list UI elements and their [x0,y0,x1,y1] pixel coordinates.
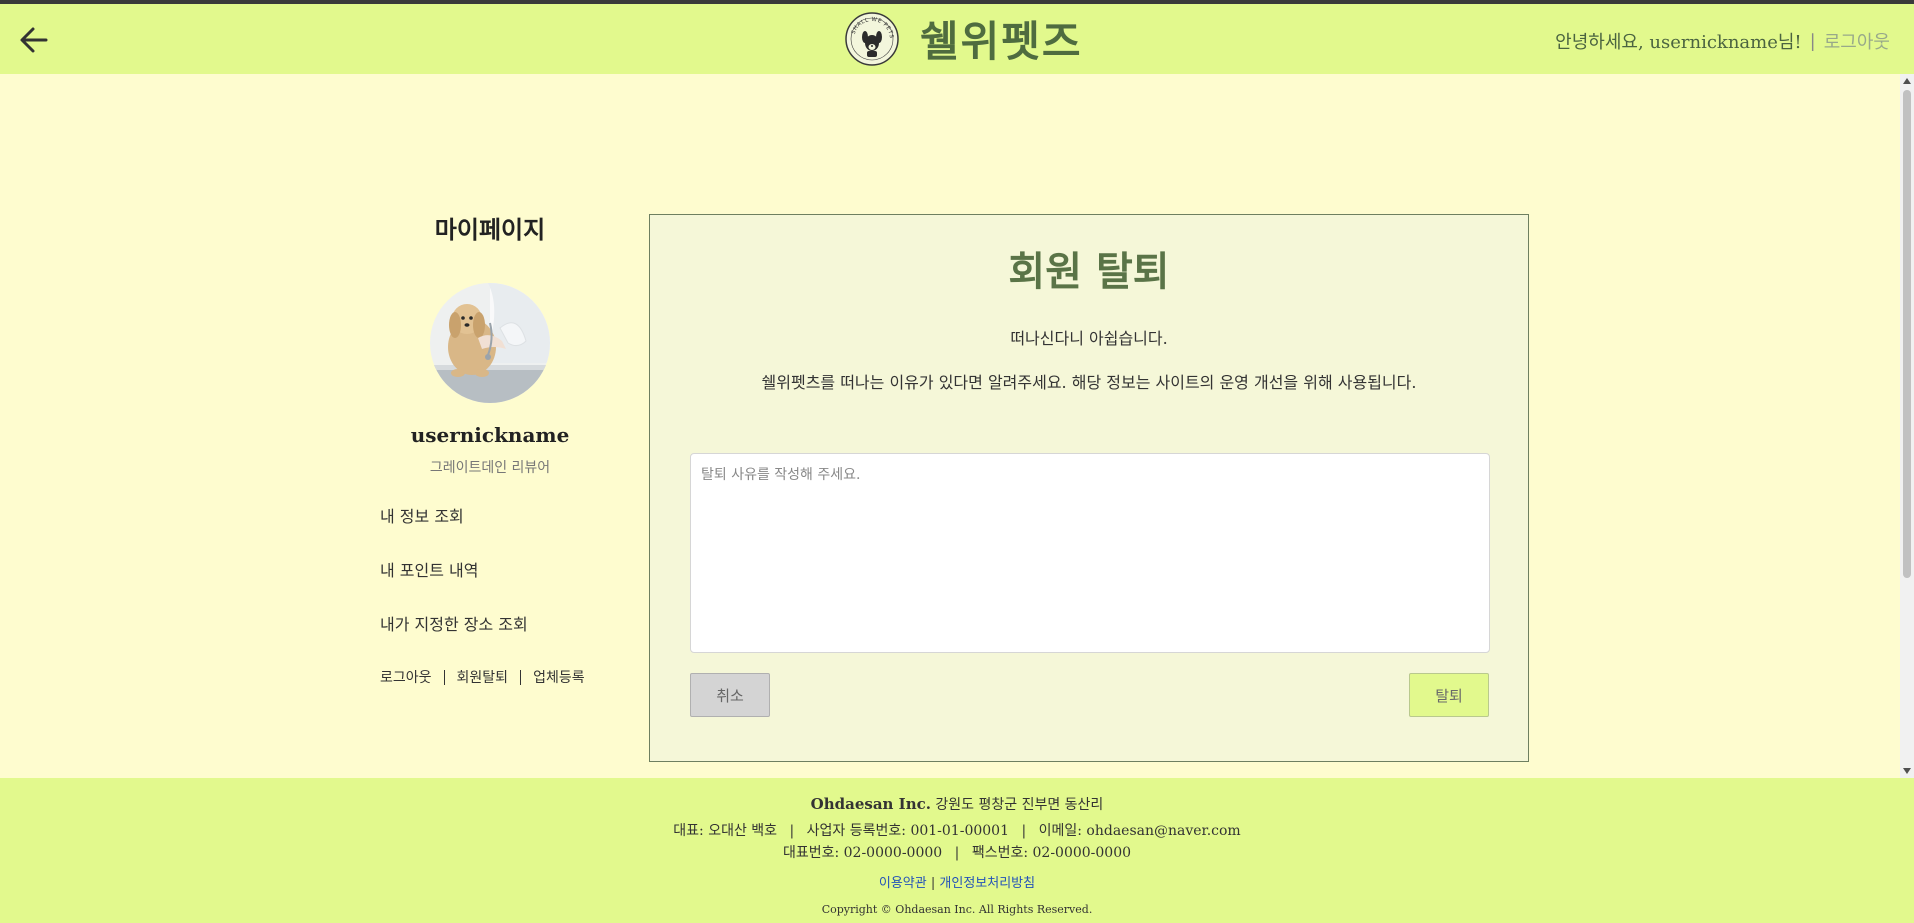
sidebar-business-register-link[interactable]: 업체등록 [533,667,585,687]
sidebar-item-my-info[interactable]: 내 정보 조회 [380,503,610,557]
sidebar-logout-link[interactable]: 로그아웃 [380,667,432,687]
footer-company: Ohdaesan Inc. [810,795,931,813]
reason-request-message: 쉘위펫츠를 떠나는 이유가 있다면 알려주세요. 해당 정보는 사이트의 운영 … [761,373,1417,392]
user-nickname: usernickname [410,423,570,447]
sidebar-title: 마이페이지 [434,215,546,244]
user-area: 안녕하세요, usernickname님! | 로그아웃 [1555,28,1890,54]
greeting-text: 안녕하세요, usernickname님! [1555,32,1802,53]
brand-logo: SHALL WE PETS [844,11,900,67]
footer-ceo: 대표: 오대산 백호 [673,823,778,839]
withdraw-button[interactable]: 탈퇴 [1409,673,1489,717]
footer-divider: | [954,845,960,861]
back-arrow-icon[interactable] [16,22,52,58]
brand-name: 쉘위펫즈 [920,17,1083,66]
farewell-message: 떠나신다니 아쉽습니다. [1010,329,1168,348]
mypage-sidebar: 마이페이지 usernickname 그레이트데인 리뷰어 내 정보 조회 내 … [370,210,610,687]
footer-email: 이메일: ohdaesan@naver.com [1038,823,1241,839]
brand-home-link[interactable]: SHALL WE PETS 쉘위펫즈 [844,8,1083,69]
site-footer: Ohdaesan Inc. 강원도 평창군 진부면 동산리 대표: 오대산 백호… [0,778,1914,923]
sidebar-withdraw-link[interactable]: 회원탈퇴 [457,667,509,687]
footer-divider: | [930,876,936,891]
footer-phone: 대표번호: 02-0000-0000 [782,845,943,861]
terms-link[interactable]: 이용약관 [879,876,927,891]
header-separator: | [1809,30,1816,52]
sub-link-divider [443,669,445,685]
cancel-button[interactable]: 취소 [690,673,770,717]
footer-address: 강원도 평창군 진부면 동산리 [935,797,1104,813]
scroll-thumb[interactable] [1903,90,1911,578]
sub-link-divider [520,669,522,685]
sidebar-sub-links: 로그아웃 회원탈퇴 업체등록 [370,667,610,687]
footer-divider: | [789,823,795,839]
sidebar-menu: 내 정보 조회 내 포인트 내역 내가 지정한 장소 조회 [370,503,610,665]
sidebar-item-my-points[interactable]: 내 포인트 내역 [380,557,610,611]
footer-info-line: 대표: 오대산 백호 | 사업자 등록번호: 001-01-00001 | 이메… [0,820,1914,840]
site-header: SHALL WE PETS 쉘위펫즈 안녕하세요, usernickname님!… [0,4,1914,74]
user-rank: 그레이트데인 리뷰어 [429,460,551,476]
footer-fax: 팩스번호: 02-0000-0000 [971,845,1132,861]
scroll-up-icon[interactable] [1903,78,1911,84]
sidebar-item-saved-places[interactable]: 내가 지정한 장소 조회 [380,611,610,665]
footer-biz-no: 사업자 등록번호: 001-01-00001 [806,823,1009,839]
header-logout-link[interactable]: 로그아웃 [1824,28,1890,54]
footer-links: 이용약관 | 개인정보처리방침 [0,872,1914,891]
withdraw-reason-input[interactable] [690,453,1490,653]
footer-divider: | [1021,823,1027,839]
footer-company-line: Ohdaesan Inc. 강원도 평창군 진부면 동산리 [0,794,1914,814]
page-scrollbar[interactable] [1900,74,1914,778]
copyright: Copyright © Ohdaesan Inc. All Rights Res… [821,903,1093,916]
footer-contact-line: 대표번호: 02-0000-0000 | 팩스번호: 02-0000-0000 [0,842,1914,862]
scroll-down-icon[interactable] [1903,768,1911,774]
privacy-link[interactable]: 개인정보처리방침 [939,876,1035,891]
page-title: 회원 탈퇴 [1008,249,1170,295]
user-avatar [430,283,550,403]
withdraw-panel: 회원 탈퇴 떠나신다니 아쉽습니다. 쉘위펫츠를 떠나는 이유가 있다면 알려주… [649,214,1529,762]
